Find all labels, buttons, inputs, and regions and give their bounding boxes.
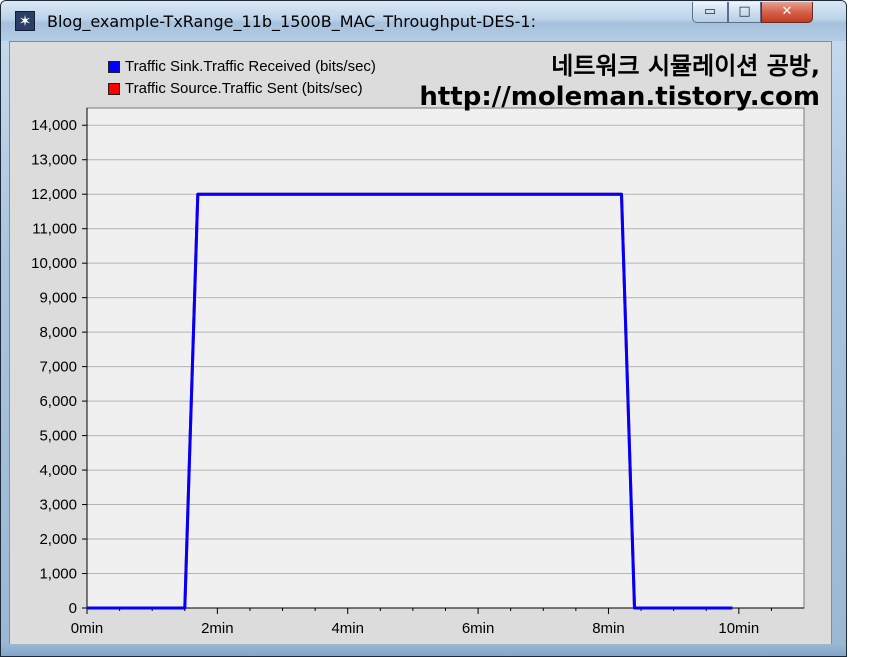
chart-window: ✶ Blog_example-TxRange_11b_1500B_MAC_Thr…	[0, 0, 847, 657]
y-tick-label: 6,000	[39, 393, 77, 410]
y-tick-label: 8,000	[39, 324, 77, 341]
x-tick-label: 8min	[592, 620, 625, 637]
y-tick-label: 5,000	[39, 428, 77, 445]
y-tick-label: 9,000	[39, 290, 77, 307]
y-tick-label: 7,000	[39, 359, 77, 376]
x-tick-label: 0min	[71, 620, 104, 637]
y-tick-label: 13,000	[31, 152, 77, 169]
y-tick-label: 0	[69, 600, 77, 617]
y-tick-label: 11,000	[32, 221, 77, 238]
y-tick-label: 3,000	[39, 497, 77, 514]
y-tick-label: 12,000	[31, 186, 77, 203]
y-tick-label: 10,000	[31, 255, 77, 272]
x-tick-label: 6min	[462, 620, 495, 637]
y-tick-label: 4,000	[39, 462, 77, 479]
watermark-title: 네트워크 시뮬레이션 공방,	[551, 52, 820, 80]
x-tick-label: 2min	[201, 620, 234, 637]
y-tick-label: 1,000	[39, 566, 77, 583]
watermark-url: http://moleman.tistory.com	[419, 82, 820, 112]
window-bottom-border	[1, 644, 846, 656]
x-tick-label: 4min	[331, 620, 364, 637]
y-tick-label: 14,000	[31, 117, 77, 134]
y-tick-label: 2,000	[39, 531, 77, 548]
plot-area	[86, 107, 805, 609]
x-tick-label: 10min	[718, 620, 759, 637]
